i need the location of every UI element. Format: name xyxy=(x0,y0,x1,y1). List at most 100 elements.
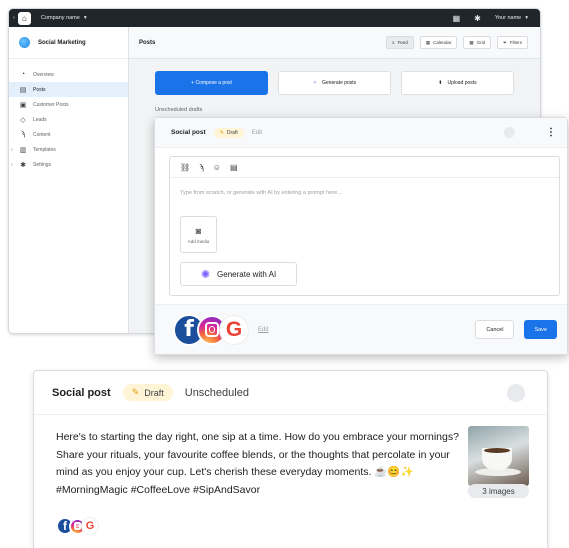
status-label: Draft xyxy=(144,387,164,398)
coffee-shape xyxy=(484,448,510,453)
sidebar: Social Marketing ◔ Overview ▤ Posts ▣ Cu… xyxy=(9,27,129,333)
user-name: Your name xyxy=(494,15,522,21)
sidebar-item-templates[interactable]: › ▥ Templates xyxy=(9,142,128,157)
sparkle-icon: ✺ xyxy=(200,268,211,281)
media-thumbnail[interactable]: 3 images xyxy=(468,426,529,498)
post-actions: + Compose a post ✧ Generate posts ⬆ Uplo… xyxy=(155,71,514,95)
edit-accounts-link[interactable]: Edit xyxy=(258,327,268,333)
rss-icon[interactable]: ϡ xyxy=(199,163,204,172)
camera-icon: ◙ xyxy=(195,225,202,236)
company-name: Company name xyxy=(41,15,80,21)
sidebar-item-posts[interactable]: ▤ Posts xyxy=(9,82,128,97)
button-label: Upload posts xyxy=(447,80,477,86)
images-count-badge: 3 images xyxy=(468,484,529,498)
feed-view-button[interactable]: ≡ Feed xyxy=(385,36,414,49)
compose-card: Social post ✎ Draft Edit ⋮ ⛓ ϡ ☺ ▤ Type … xyxy=(154,117,568,355)
feed-icon: ≡ xyxy=(391,40,395,45)
compose-footer: f G Edit Cancel Save xyxy=(155,304,567,354)
social-accounts[interactable]: f G xyxy=(173,313,248,346)
calendar-view-button[interactable]: ▦ Calendar xyxy=(419,36,458,49)
sidebar-item-label: Overview xyxy=(33,71,54,78)
view-switcher: ≡ Feed ▦ Calendar ▩ Grid ⏷ Filters xyxy=(385,36,540,49)
social-accounts: f G xyxy=(56,517,98,535)
avatar xyxy=(507,383,525,402)
preview-header: Social post ✎ Draft Unscheduled xyxy=(34,371,547,415)
status-badge: ✎ Draft xyxy=(213,127,244,138)
grid-icon: ▩ xyxy=(469,39,474,45)
brand-label: Social Marketing xyxy=(38,39,86,46)
add-media-label: Add media xyxy=(187,238,210,244)
emoji-icon[interactable]: ☺ xyxy=(213,163,221,172)
footer-buttons: Cancel Save xyxy=(475,320,567,339)
button-label: Generate with AI xyxy=(217,269,277,279)
upload-posts-button[interactable]: ⬆ Upload posts xyxy=(401,71,514,95)
lightbulb-icon: ✧ xyxy=(312,80,317,86)
social-marketing-logo-icon xyxy=(19,37,30,48)
grid-view-button[interactable]: ▩ Grid xyxy=(463,36,492,49)
sidebar-item-label: Customer Posts xyxy=(33,101,69,108)
sidebar-item-label: Templates xyxy=(33,146,56,153)
gear-icon[interactable]: ✱ xyxy=(474,14,481,23)
home-icon[interactable]: ⌂ xyxy=(17,11,31,25)
chevron-down-icon: ▾ xyxy=(83,15,87,21)
sidebar-item-label: Settings xyxy=(33,161,52,168)
post-preview-card[interactable]: Social post ✎ Draft Unscheduled Here's t… xyxy=(33,370,548,548)
sidebar-item-customer-posts[interactable]: ▣ Customer Posts xyxy=(9,97,128,112)
google-icon: G xyxy=(82,518,98,534)
user-menu[interactable]: Your name ▾ xyxy=(495,15,528,21)
section-label: Unscheduled drafts xyxy=(155,107,203,113)
speedometer-icon: ◔ xyxy=(20,71,26,78)
preview-title: Social post xyxy=(52,386,111,399)
chat-icon: ▤ xyxy=(19,86,27,94)
sidebar-item-overview[interactable]: ◔ Overview xyxy=(9,67,128,82)
top-nav: ‹ ⌂ xyxy=(9,11,35,25)
page-title: Posts xyxy=(139,39,156,46)
more-options-icon[interactable]: ⋮ xyxy=(541,127,561,138)
sidebar-item-label: Posts xyxy=(33,86,46,93)
expand-caret-icon[interactable]: › xyxy=(11,147,13,153)
template-icon: ▥ xyxy=(19,146,27,154)
view-label: Grid xyxy=(476,40,486,45)
sidebar-brand[interactable]: Social Marketing xyxy=(9,27,128,59)
google-icon: G xyxy=(220,315,248,344)
post-body-text: Here's to starting the day right, one si… xyxy=(56,431,459,496)
sidebar-nav: ◔ Overview ▤ Posts ▣ Customer Posts ◇ Le… xyxy=(9,59,128,172)
filter-icon: ⏷ xyxy=(503,40,507,45)
page-header: Posts ≡ Feed ▦ Calendar ▩ Grid ⏷ Filters xyxy=(129,27,540,59)
company-selector[interactable]: Company name ▾ xyxy=(41,15,87,21)
generate-posts-button[interactable]: ✧ Generate posts xyxy=(278,71,391,95)
generate-with-ai-button[interactable]: ✺ Generate with AI xyxy=(180,262,297,286)
post-editor[interactable]: ⛓ ϡ ☺ ▤ Type from scratch, or generate w… xyxy=(169,156,560,296)
view-label: Filters xyxy=(509,40,522,45)
calendar-icon: ▦ xyxy=(425,39,431,45)
rss-icon: ϡ xyxy=(20,131,26,138)
sidebar-item-settings[interactable]: › ✱ Settings xyxy=(9,157,128,172)
upload-icon: ⬆ xyxy=(438,80,443,86)
avatar xyxy=(504,127,515,138)
compose-post-button[interactable]: + Compose a post xyxy=(155,71,268,95)
back-chevron-icon[interactable]: ‹ xyxy=(13,15,15,21)
link-icon[interactable]: ⛓ xyxy=(180,163,190,172)
save-button[interactable]: Save xyxy=(524,320,557,339)
compose-title: Social post xyxy=(171,129,206,136)
customer-posts-icon: ▣ xyxy=(19,101,27,109)
template-icon[interactable]: ▤ xyxy=(230,163,238,172)
edit-link[interactable]: Edit xyxy=(252,130,262,136)
cancel-button[interactable]: Cancel xyxy=(475,320,515,339)
sidebar-item-content[interactable]: ϡ Content xyxy=(9,127,128,142)
post-text-input[interactable]: Type from scratch, or generate with AI b… xyxy=(180,190,342,196)
compose-header: Social post ✎ Draft Edit ⋮ xyxy=(155,118,567,148)
apps-grid-icon[interactable]: ▦ xyxy=(453,14,461,23)
button-label: Generate posts xyxy=(322,80,357,86)
chevron-down-icon: ▾ xyxy=(525,15,528,21)
top-bar-right: ▦ ✱ Your name ▾ xyxy=(453,14,540,23)
add-media-button[interactable]: ◙ Add media xyxy=(180,216,217,253)
expand-caret-icon[interactable]: › xyxy=(11,162,13,168)
leads-icon: ◇ xyxy=(20,116,26,124)
status-label: Draft xyxy=(226,129,238,136)
status-badge: ✎ Draft xyxy=(122,384,173,401)
filters-button[interactable]: ⏷ Filters xyxy=(497,36,528,49)
schedule-label: Unscheduled xyxy=(184,386,249,399)
sidebar-item-leads[interactable]: ◇ Leads xyxy=(9,112,128,127)
gear-icon: ✱ xyxy=(20,161,26,169)
